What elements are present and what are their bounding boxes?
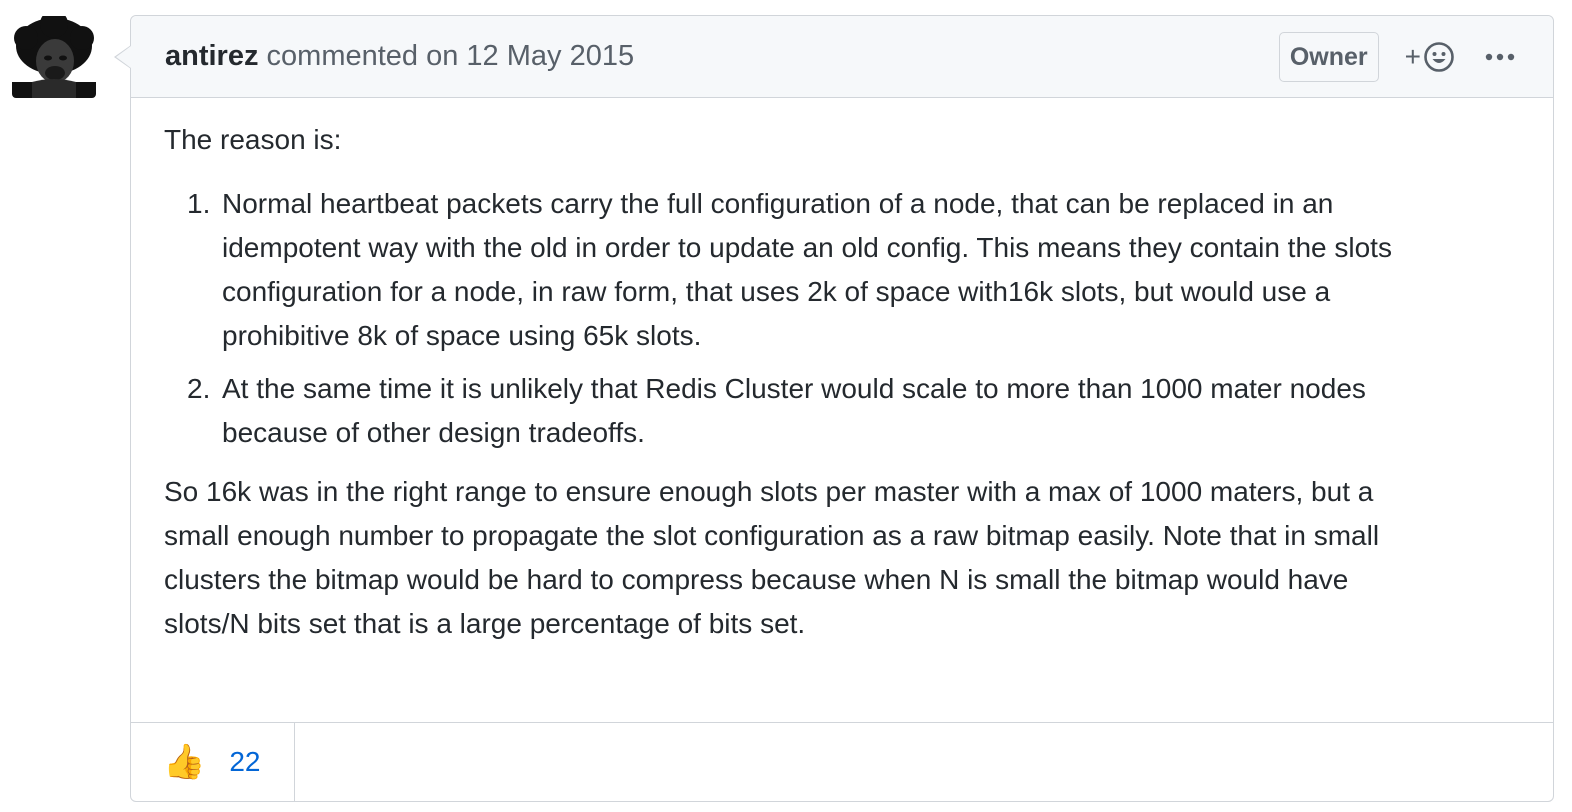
comment-card: antirez commented on 12 May 2015 Owner + bbox=[114, 15, 1554, 802]
list-line: At the same time it is unlikely that Red… bbox=[222, 373, 1366, 404]
reaction-thumbs-up-button[interactable]: 👍 22 bbox=[131, 723, 295, 801]
paragraph-line: small enough number to propagate the slo… bbox=[164, 520, 1380, 551]
list-item: 2. At the same time it is unlikely that … bbox=[187, 367, 1519, 455]
list-line: Normal heartbeat packets carry the full … bbox=[222, 188, 1334, 219]
avatar-image bbox=[12, 16, 96, 98]
list-item: 1. Normal heartbeat packets carry the fu… bbox=[187, 182, 1519, 358]
kebab-menu-icon[interactable] bbox=[1485, 53, 1515, 61]
reactions-bar: 👍 22 bbox=[131, 722, 1553, 801]
comment-actions: Owner + bbox=[1278, 31, 1515, 83]
owner-badge: Owner bbox=[1278, 32, 1379, 82]
paragraph-line: clusters the bitmap would be hard to com… bbox=[164, 564, 1349, 595]
smiley-icon bbox=[1424, 42, 1454, 72]
comment-body: The reason is: 1. Normal heartbeat packe… bbox=[131, 98, 1553, 646]
list-number: 2. bbox=[187, 373, 211, 404]
paragraph-line: So 16k was in the right range to ensure … bbox=[164, 476, 1374, 507]
author-link[interactable]: antirez bbox=[165, 40, 258, 72]
comment-meta: antirez commented on 12 May 2015 bbox=[165, 42, 634, 71]
comment-header: antirez commented on 12 May 2015 Owner + bbox=[131, 16, 1553, 98]
thumbs-up-icon: 👍 bbox=[163, 743, 206, 781]
plus-icon: + bbox=[1404, 41, 1421, 72]
comment-conclusion: So 16k was in the right range to ensure … bbox=[164, 470, 1519, 646]
avatar[interactable] bbox=[12, 16, 96, 98]
reaction-count: 22 bbox=[229, 746, 261, 777]
comment-timestamp[interactable]: commented on 12 May 2015 bbox=[267, 40, 635, 72]
list-line: because of other design tradeoffs. bbox=[222, 417, 645, 448]
list-line: idempotent way with the old in order to … bbox=[222, 232, 1392, 263]
paragraph-line: slots/N bits set that is a large percent… bbox=[164, 608, 806, 639]
comment-thread: antirez commented on 12 May 2015 Owner + bbox=[0, 0, 1572, 812]
list-line: prohibitive 8k of space using 65k slots. bbox=[222, 320, 702, 351]
comment-intro: The reason is: bbox=[164, 124, 342, 155]
list-line: configuration for a node, in raw form, t… bbox=[222, 276, 1331, 307]
reason-list: 1. Normal heartbeat packets carry the fu… bbox=[187, 182, 1519, 455]
list-number: 1. bbox=[187, 188, 211, 219]
add-reaction-button[interactable]: + bbox=[1405, 41, 1455, 73]
